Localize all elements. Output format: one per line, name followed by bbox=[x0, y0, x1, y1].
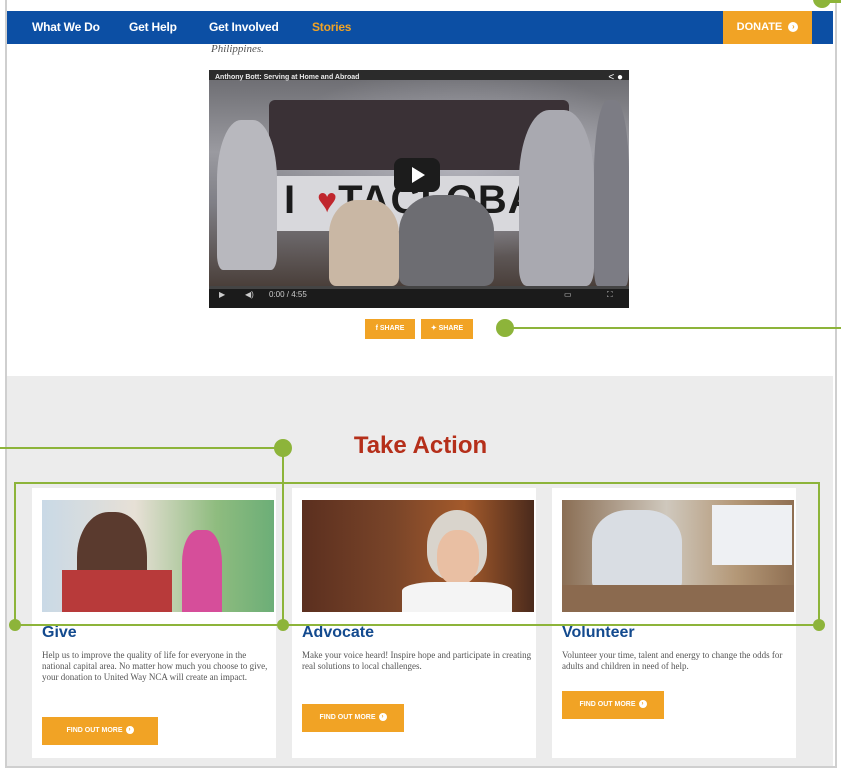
youtube-logo-icon[interactable]: ▭ bbox=[564, 290, 572, 299]
callout-dot bbox=[274, 439, 292, 457]
arrow-circle-icon: › bbox=[638, 700, 647, 709]
button-label: FIND OUT MORE bbox=[579, 701, 636, 708]
donate-button[interactable]: DONATE › bbox=[723, 11, 812, 44]
card-heading[interactable]: Volunteer bbox=[562, 624, 635, 642]
share-label: SHARE bbox=[438, 325, 464, 332]
find-out-more-button[interactable]: FIND OUT MORE › bbox=[562, 691, 664, 719]
callout-dot bbox=[9, 619, 21, 631]
callout-frame-bottom bbox=[14, 624, 820, 626]
student-figure bbox=[182, 530, 222, 612]
video-title[interactable]: Anthony Bott: Serving at Home and Abroad bbox=[215, 74, 359, 81]
person-figure bbox=[399, 195, 494, 286]
video-time: 0:00 / 4:55 bbox=[269, 290, 307, 299]
button-label: FIND OUT MORE bbox=[319, 714, 376, 721]
video-share-icon[interactable]: < ● bbox=[608, 72, 623, 83]
person-figure bbox=[217, 120, 277, 270]
person-figure bbox=[594, 100, 629, 286]
callout-line bbox=[0, 447, 275, 449]
volume-icon[interactable]: ◀) bbox=[245, 290, 254, 299]
facebook-share-button[interactable]: f SHARE bbox=[365, 319, 415, 339]
arrow-circle-icon: › bbox=[125, 726, 134, 735]
twitter-share-button[interactable]: ✦ SHARE bbox=[421, 319, 473, 339]
callout-frame-left bbox=[14, 482, 16, 626]
take-action-title: Take Action bbox=[353, 432, 488, 459]
work-table bbox=[562, 585, 794, 612]
video-player[interactable]: ITACLOBAN ♥ Anthony Bott: Serving at Hom… bbox=[209, 70, 629, 308]
card-description: Help us to improve the quality of life f… bbox=[42, 650, 268, 682]
callout-dot bbox=[277, 619, 289, 631]
woman-face bbox=[437, 530, 479, 585]
callout-dot bbox=[813, 619, 825, 631]
find-out-more-button[interactable]: FIND OUT MORE › bbox=[302, 704, 404, 732]
advocate-image bbox=[302, 500, 534, 612]
arrow-circle-icon: › bbox=[378, 713, 387, 722]
find-out-more-button[interactable]: FIND OUT MORE › bbox=[42, 717, 158, 745]
play-icon[interactable]: ▶ bbox=[219, 290, 225, 299]
callout-frame-right bbox=[818, 482, 820, 626]
card-heading[interactable]: Give bbox=[42, 624, 77, 642]
story-text-tail: Philippines. bbox=[211, 43, 264, 55]
callout-line bbox=[828, 0, 841, 3]
video-controls: ▶ ◀) 0:00 / 4:55 ▭ ⛶ bbox=[209, 286, 629, 308]
nav-item-get-involved[interactable]: Get Involved bbox=[209, 11, 279, 44]
nav-item-get-help[interactable]: Get Help bbox=[129, 11, 177, 44]
card-description: Make your voice heard! Inspire hope and … bbox=[302, 650, 532, 671]
card-heading[interactable]: Advocate bbox=[302, 624, 374, 642]
person-figure bbox=[519, 110, 594, 286]
volunteer-figure bbox=[592, 510, 682, 590]
fullscreen-icon[interactable]: ⛶ bbox=[607, 290, 613, 300]
play-button[interactable] bbox=[394, 158, 440, 192]
nav-item-stories[interactable]: Stories bbox=[312, 11, 351, 44]
callout-frame-top bbox=[14, 482, 820, 484]
give-image bbox=[42, 500, 274, 612]
action-card-volunteer: Volunteer Volunteer your time, talent an… bbox=[552, 488, 796, 758]
share-label: SHARE bbox=[379, 325, 405, 332]
donate-label: DONATE bbox=[736, 21, 783, 33]
video-progress-bar[interactable] bbox=[209, 286, 629, 289]
nav-item-what-we-do[interactable]: What We Do bbox=[32, 11, 100, 44]
main-nav: What We Do Get Help Get Involved Stories… bbox=[7, 11, 833, 44]
volunteer-image bbox=[562, 500, 794, 612]
action-card-advocate: Advocate Make your voice heard! Inspire … bbox=[292, 488, 536, 758]
callout-line bbox=[512, 327, 841, 329]
button-label: FIND OUT MORE bbox=[66, 727, 123, 734]
child-sweater bbox=[62, 570, 172, 612]
person-figure bbox=[329, 200, 399, 286]
card-description: Volunteer your time, talent and energy t… bbox=[562, 650, 783, 671]
arrow-circle-icon: › bbox=[788, 22, 799, 33]
woman-shirt bbox=[402, 582, 512, 612]
twitter-icon: ✦ bbox=[430, 325, 439, 332]
action-card-give: Give Help us to improve the quality of l… bbox=[32, 488, 276, 758]
volunteer-figure bbox=[712, 505, 792, 565]
